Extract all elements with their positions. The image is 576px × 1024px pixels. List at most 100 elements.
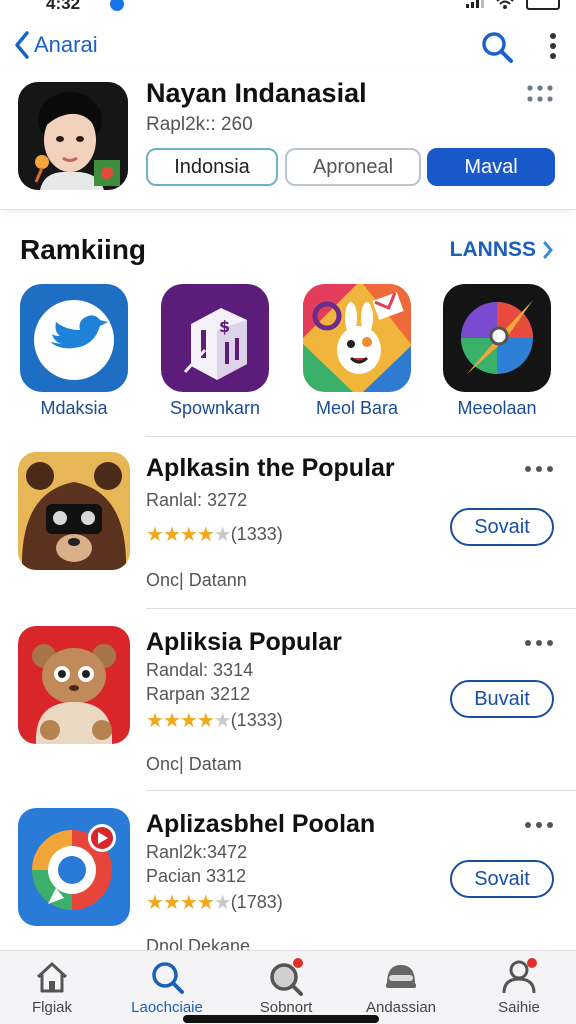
bird-app-icon: [20, 284, 128, 392]
list-item-rank: Randal: 3314: [146, 660, 254, 680]
tab-support[interactable]: Sobnort: [231, 957, 341, 1016]
ranking-app-label: Meeolaan: [457, 398, 537, 418]
star-icon: ★: [196, 524, 215, 546]
nav-bar: Anarai: [0, 22, 576, 72]
tab-label: Saihie: [498, 999, 540, 1016]
lemur-app-icon: [18, 626, 130, 744]
battery-icon: [526, 0, 560, 10]
list-item-footer: Onc| Datam: [146, 754, 242, 774]
ranking-app-1[interactable]: Mdaksia: [9, 284, 139, 419]
star-icon: ★: [146, 892, 164, 914]
svg-text:$: $: [219, 317, 230, 336]
mascot-app-icon: [303, 284, 411, 392]
person-icon: [502, 958, 537, 994]
star-icon: ★: [213, 892, 232, 914]
star-icon: ★: [146, 524, 164, 546]
signal-icon: [466, 0, 484, 8]
grid-dots-icon[interactable]: [526, 84, 554, 104]
ranking-row: Mdaksia $ Spownkarn Meol Bara Meeolaan: [0, 284, 576, 424]
home-icon: [36, 962, 68, 993]
star-icon: ★: [162, 524, 181, 546]
rating-count: (1333): [230, 524, 283, 544]
segment-maval[interactable]: Maval: [427, 148, 555, 186]
list-item[interactable]: Aplkasin the Popular Ranlal: 3272 ★ ★ ★ ★ ★ …: [0, 438, 576, 608]
list-item-title: Apliksia Popular: [146, 628, 342, 656]
more-vertical-icon[interactable]: [548, 32, 558, 62]
chevron-right-icon: [543, 241, 553, 259]
ranking-app-label: Spownkarn: [169, 398, 261, 418]
see-all-link[interactable]: LANNSS: [450, 238, 554, 262]
notification-dot-icon: [110, 0, 124, 11]
bear-app-icon: [18, 452, 130, 570]
star-icon: ★: [179, 710, 198, 732]
ranking-app-2[interactable]: $ Spownkarn: [150, 284, 280, 419]
featured-app-subtitle: Rapl2k:: 260: [146, 114, 253, 135]
tab-label: Sobnort: [259, 999, 313, 1016]
list-item-rank: Ranl2k:3472: [146, 842, 248, 862]
get-button[interactable]: Sovait: [450, 508, 554, 546]
back-button[interactable]: Anarai: [12, 30, 98, 60]
ranking-app-4[interactable]: Meeolaan: [432, 284, 562, 419]
helmet-icon: [386, 965, 416, 988]
magnifier-badge-icon: [270, 958, 303, 996]
featured-app-card: Nayan Indanasial Rapl2k:: 260 Indonsia A…: [0, 72, 576, 210]
list-item[interactable]: Apliksia Popular Randal: 3314 Rarpan 321…: [0, 612, 576, 782]
list-item-meta: Rarpan 3212: [146, 684, 251, 704]
star-icon: ★: [179, 892, 198, 914]
divider: [146, 436, 576, 437]
ranking-app-label: Mdaksia: [40, 398, 108, 418]
rating-count: (1783): [230, 892, 283, 912]
ranking-app-3[interactable]: Meol Bara: [292, 284, 422, 419]
home-indicator: [183, 1015, 379, 1023]
more-horizontal-icon[interactable]: [524, 820, 554, 830]
more-horizontal-icon[interactable]: [524, 638, 554, 648]
star-icon: ★: [162, 892, 181, 914]
list-item-meta: Pacian 3312: [146, 866, 247, 886]
star-icon: ★: [196, 710, 215, 732]
search-icon[interactable]: [480, 30, 514, 64]
tab-search[interactable]: Laochciaie: [112, 957, 222, 1016]
star-icon: ★: [162, 710, 181, 732]
segment-aproneal[interactable]: Aproneal: [285, 148, 421, 186]
section-title: Ramkiing: [20, 234, 147, 265]
featured-app-title: Nayan Indanasial: [146, 78, 367, 108]
tab-bar: Flgiak Laochciaie Sobnort Andassian Saih…: [0, 950, 576, 1024]
compass-app-icon: [443, 284, 551, 392]
chevron-left-icon: [15, 31, 29, 59]
tab-label: Andassian: [365, 999, 437, 1016]
star-icon: ★: [196, 892, 215, 914]
tab-label: Laochciaie: [131, 999, 203, 1016]
ranking-app-label: Meol Bara: [315, 398, 399, 418]
list-item-rank: Ranlal: 3272: [146, 490, 248, 510]
wifi-icon: [496, 0, 514, 9]
search-icon: [152, 962, 184, 994]
chat-app-icon: [18, 808, 130, 926]
divider: [146, 790, 576, 791]
rating: ★ ★ ★ ★ ★ (1783): [146, 890, 283, 915]
list-item-title: Aplkasin the Popular: [146, 454, 395, 482]
list-item[interactable]: Aplizasbhel Poolan Ranl2k:3472 Pacian 33…: [0, 794, 576, 964]
list-item-footer: Onc| Datann: [146, 570, 247, 590]
star-icon: ★: [179, 524, 198, 546]
tab-profile[interactable]: Saihie: [464, 957, 574, 1016]
segment-indonsia[interactable]: Indonsia: [146, 148, 278, 186]
tab-home[interactable]: Flgiak: [0, 957, 107, 1016]
tab-label: Flgiak: [31, 999, 72, 1016]
featured-app-icon[interactable]: [18, 82, 128, 190]
status-time: 4:32: [46, 0, 81, 13]
status-bar: 4:32: [0, 0, 576, 14]
rating: ★ ★ ★ ★ ★ (1333): [146, 708, 283, 733]
see-all-label: LANNSS: [449, 238, 536, 261]
tab-assistant[interactable]: Andassian: [346, 957, 456, 1016]
star-icon: ★: [213, 524, 232, 546]
get-button[interactable]: Sovait: [450, 860, 554, 898]
more-horizontal-icon[interactable]: [524, 464, 554, 474]
rating: ★ ★ ★ ★ ★ (1333): [146, 522, 283, 547]
building-app-icon: $: [161, 284, 269, 392]
rating-count: (1333): [230, 710, 283, 730]
list-item-title: Aplizasbhel Poolan: [146, 810, 376, 838]
divider: [146, 608, 576, 609]
ranking-section-header: Ramkiing LANNSS: [0, 228, 576, 272]
buy-button[interactable]: Buvait: [450, 680, 554, 718]
star-icon: ★: [213, 710, 232, 732]
